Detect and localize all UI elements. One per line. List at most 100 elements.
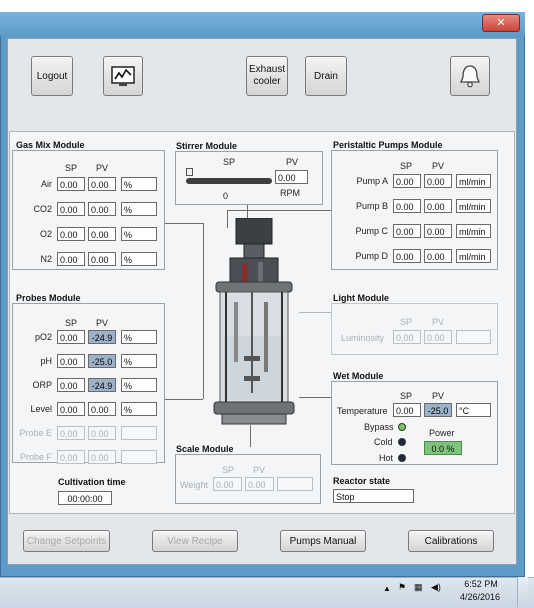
light-title: Light Module bbox=[333, 293, 392, 303]
probe-row-sp-field[interactable]: 0.00 bbox=[57, 354, 85, 368]
logout-label: Logout bbox=[36, 70, 68, 82]
gas-row-label: N2 bbox=[40, 254, 52, 264]
close-button[interactable]: ✕ bbox=[482, 14, 520, 32]
temperature-sp-field[interactable]: 0.00 bbox=[393, 403, 421, 417]
gas-mix-title: Gas Mix Module bbox=[16, 140, 88, 150]
pump-row-unit-field: ml/min bbox=[456, 224, 491, 238]
weight-sp-field: 0.00 bbox=[213, 477, 242, 491]
probes-title: Probes Module bbox=[16, 293, 84, 303]
probe-row-pv-field: -24.9 bbox=[88, 330, 116, 344]
probe-row-pv-field: 0.00 bbox=[88, 402, 116, 416]
probe-row-label: Probe F bbox=[19, 452, 52, 462]
probe-row-pv-field: 0.00 bbox=[88, 450, 116, 464]
probe-row-sp-field: 0.00 bbox=[57, 426, 85, 440]
alarm-button[interactable] bbox=[450, 56, 490, 96]
bypass-indicator[interactable] bbox=[398, 423, 406, 431]
bypass-label: Bypass bbox=[364, 422, 394, 432]
luminosity-unit-field bbox=[456, 330, 491, 344]
pump-row-sp-field[interactable]: 0.00 bbox=[393, 199, 421, 213]
pump-row-sp-field[interactable]: 0.00 bbox=[393, 249, 421, 263]
gas-row-pv-field: 0.00 bbox=[88, 202, 116, 216]
show-hidden-icons[interactable]: ▲ bbox=[383, 584, 391, 593]
scale-title: Scale Module bbox=[176, 444, 237, 454]
stirrer-pv-header: PV bbox=[286, 157, 299, 167]
pump-row-pv-field: 0.00 bbox=[424, 199, 452, 213]
flag-icon[interactable]: ⚑ bbox=[398, 582, 406, 593]
gas-row-pv-field: 0.00 bbox=[88, 177, 116, 191]
gas-row-sp-field[interactable]: 0.00 bbox=[57, 202, 85, 216]
temperature-pv-field: -25.0 bbox=[424, 403, 452, 417]
stirrer-slider-thumb[interactable] bbox=[186, 168, 193, 176]
clock-date[interactable]: 4/26/2016 bbox=[457, 592, 503, 602]
pump-row-pv-field: 0.00 bbox=[424, 224, 452, 238]
probe-row-label: ORP bbox=[32, 380, 52, 390]
pumps-manual-label: Pumps Manual bbox=[289, 535, 357, 547]
pump-row-label: Pump D bbox=[355, 251, 388, 261]
probe-row-sp-field[interactable]: 0.00 bbox=[57, 330, 85, 344]
volume-icon[interactable]: ◀) bbox=[431, 582, 441, 593]
chart-monitor-icon bbox=[111, 66, 135, 86]
gas-mix-sp-header: SP bbox=[65, 163, 78, 173]
hot-indicator[interactable] bbox=[398, 454, 406, 462]
pump-row-unit-field: ml/min bbox=[456, 249, 491, 263]
probe-row-pv-field: 0.00 bbox=[88, 426, 116, 440]
wet-title: Wet Module bbox=[333, 371, 387, 381]
clock-time[interactable]: 6:52 PM bbox=[459, 579, 503, 589]
wet-pv-header: PV bbox=[432, 391, 445, 401]
temperature-label: Temperature bbox=[337, 406, 388, 416]
logout-button[interactable]: Logout bbox=[31, 56, 73, 96]
gas-row-sp-field[interactable]: 0.00 bbox=[57, 227, 85, 241]
title-bar[interactable] bbox=[0, 12, 525, 36]
light-sp-header: SP bbox=[400, 317, 413, 327]
chart-view-button[interactable] bbox=[103, 56, 143, 96]
drain-button[interactable]: Drain bbox=[305, 56, 347, 96]
stirrer-slider-value: 0 bbox=[223, 191, 229, 201]
probe-row-unit-field: % bbox=[121, 378, 157, 392]
gas-row-unit-field: % bbox=[121, 202, 157, 216]
view-recipe-label: View Recipe bbox=[167, 535, 223, 547]
gas-row-sp-field[interactable]: 0.00 bbox=[57, 252, 85, 266]
probe-row-sp-field[interactable]: 0.00 bbox=[57, 378, 85, 392]
show-desktop-button[interactable] bbox=[517, 577, 528, 607]
pumps-manual-button[interactable]: Pumps Manual bbox=[280, 530, 366, 552]
change-setpoints-button[interactable]: Change Setpoints bbox=[23, 530, 110, 552]
calibrations-button[interactable]: Calibrations bbox=[408, 530, 494, 552]
probe-row-unit-field bbox=[121, 426, 157, 440]
probe-row-sp-field[interactable]: 0.00 bbox=[57, 402, 85, 416]
probes-sp-header: SP bbox=[65, 318, 78, 328]
change-setpoints-label: Change Setpoints bbox=[26, 535, 107, 547]
probe-row-label: Probe E bbox=[19, 428, 52, 438]
exhaust-cooler-button[interactable]: Exhaust cooler bbox=[246, 56, 288, 96]
probe-row-unit-field: % bbox=[121, 402, 157, 416]
gas-row-label: O2 bbox=[39, 229, 52, 239]
power-field: 0.0 % bbox=[424, 441, 462, 455]
stirrer-pv-field: 0.00 bbox=[275, 170, 308, 184]
luminosity-label: Luminosity bbox=[341, 333, 385, 343]
temperature-unit-field: °C bbox=[456, 403, 491, 417]
probe-row-unit-field: % bbox=[121, 330, 157, 344]
connector-line bbox=[227, 210, 331, 211]
cold-label: Cold bbox=[374, 437, 393, 447]
stirrer-slider[interactable] bbox=[186, 178, 272, 184]
drain-label: Drain bbox=[314, 70, 338, 82]
probe-row-sp-field: 0.00 bbox=[57, 450, 85, 464]
light-pv-header: PV bbox=[432, 317, 445, 327]
connector-line bbox=[165, 399, 203, 400]
probe-row-label: pH bbox=[40, 356, 52, 366]
pump-row-sp-field[interactable]: 0.00 bbox=[393, 224, 421, 238]
gas-row-sp-field[interactable]: 0.00 bbox=[57, 177, 85, 191]
pump-row-unit-field: ml/min bbox=[456, 174, 491, 188]
calibrations-label: Calibrations bbox=[424, 535, 478, 547]
reactor-state-label: Reactor state bbox=[333, 476, 391, 486]
pumps-title: Peristaltic Pumps Module bbox=[333, 140, 446, 150]
probe-row-unit-field bbox=[121, 450, 157, 464]
pump-row-pv-field: 0.00 bbox=[424, 174, 452, 188]
wet-module bbox=[331, 381, 498, 465]
network-icon[interactable]: ▦ bbox=[414, 582, 423, 593]
pump-row-sp-field[interactable]: 0.00 bbox=[393, 174, 421, 188]
cold-indicator[interactable] bbox=[398, 438, 406, 446]
probe-row-pv-field: -25.0 bbox=[88, 354, 116, 368]
cultivation-time-label: Cultivation time bbox=[58, 477, 126, 487]
weight-unit-field bbox=[277, 477, 313, 491]
view-recipe-button[interactable]: View Recipe bbox=[152, 530, 238, 552]
